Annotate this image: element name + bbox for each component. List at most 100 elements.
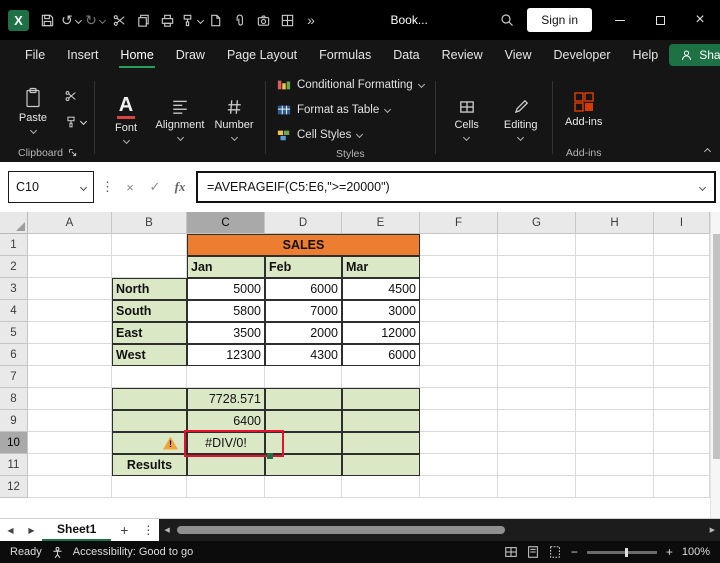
add-sheet-button[interactable]: + xyxy=(111,519,137,541)
menu-tab-developer[interactable]: Developer xyxy=(543,40,622,70)
search-button[interactable] xyxy=(495,5,519,35)
cell-D9[interactable] xyxy=(265,410,342,432)
column-header-F[interactable]: F xyxy=(420,212,498,234)
menu-tab-insert[interactable]: Insert xyxy=(56,40,109,70)
menu-tab-view[interactable]: View xyxy=(494,40,543,70)
select-all-corner[interactable] xyxy=(0,212,28,234)
cell-A3[interactable] xyxy=(28,278,112,300)
cell-E2[interactable]: Mar xyxy=(342,256,420,278)
cell-A6[interactable] xyxy=(28,344,112,366)
cell-G6[interactable] xyxy=(498,344,576,366)
cell-C12[interactable] xyxy=(187,476,265,498)
cell-F10[interactable] xyxy=(420,432,498,454)
row-header-12[interactable]: 12 xyxy=(0,476,28,498)
menu-tab-data[interactable]: Data xyxy=(382,40,430,70)
cell-A10[interactable] xyxy=(28,432,112,454)
addins-button[interactable]: Add-ins xyxy=(557,89,611,128)
cell-B7[interactable] xyxy=(112,366,187,388)
cell-A5[interactable] xyxy=(28,322,112,344)
cell-H7[interactable] xyxy=(576,366,654,388)
cell-H5[interactable] xyxy=(576,322,654,344)
cell-H9[interactable] xyxy=(576,410,654,432)
column-header-G[interactable]: G xyxy=(498,212,576,234)
next-sheet-button[interactable]: ▶ xyxy=(21,519,42,541)
cell-D4[interactable]: 7000 xyxy=(265,300,342,322)
cell-C3[interactable]: 5000 xyxy=(187,278,265,300)
cell-G12[interactable] xyxy=(498,476,576,498)
cell-D8[interactable] xyxy=(265,388,342,410)
menu-tab-draw[interactable]: Draw xyxy=(165,40,216,70)
redo-button[interactable]: ↻ xyxy=(83,5,107,35)
cell-G7[interactable] xyxy=(498,366,576,388)
cell-E9[interactable] xyxy=(342,410,420,432)
cell-A2[interactable] xyxy=(28,256,112,278)
cell-I7[interactable] xyxy=(654,366,710,388)
cell-C10[interactable]: #DIV/0! xyxy=(187,432,265,454)
horizontal-scrollbar[interactable]: ◀ ▶ xyxy=(159,519,720,541)
cell-D5[interactable]: 2000 xyxy=(265,322,342,344)
attach-button[interactable] xyxy=(227,5,251,35)
cell-E3[interactable]: 4500 xyxy=(342,278,420,300)
menu-tab-home[interactable]: Home xyxy=(109,40,164,70)
save-button[interactable] xyxy=(35,5,59,35)
close-button[interactable]: × xyxy=(680,0,720,40)
table-button[interactable] xyxy=(275,5,299,35)
row-header-6[interactable]: 6 xyxy=(0,344,28,366)
cell-B11[interactable]: Results xyxy=(112,454,187,476)
new-file-button[interactable] xyxy=(203,5,227,35)
paste-button-ribbon[interactable]: Paste xyxy=(6,85,60,134)
ribbon-cut-button[interactable] xyxy=(64,89,86,103)
expand-formula-bar-icon[interactable] xyxy=(698,183,707,191)
cell-B5[interactable]: East xyxy=(112,322,187,344)
cell-G2[interactable] xyxy=(498,256,576,278)
fill-handle[interactable] xyxy=(267,453,273,459)
name-box[interactable]: C10 xyxy=(8,171,94,203)
accessibility-status[interactable]: Accessibility: Good to go xyxy=(73,546,193,558)
conditional-formatting-button[interactable]: Conditional Formatting xyxy=(270,73,431,96)
cell-I12[interactable] xyxy=(654,476,710,498)
cell-C9[interactable]: 6400 xyxy=(187,410,265,432)
row-header-8[interactable]: 8 xyxy=(0,388,28,410)
undo-button[interactable]: ↺ xyxy=(59,5,83,35)
cell-F4[interactable] xyxy=(420,300,498,322)
cell-D11[interactable] xyxy=(265,454,342,476)
cell-F9[interactable] xyxy=(420,410,498,432)
cell-F6[interactable] xyxy=(420,344,498,366)
cell-H1[interactable] xyxy=(576,234,654,256)
cell-B3[interactable]: North xyxy=(112,278,187,300)
maximize-button[interactable] xyxy=(640,0,680,40)
row-header-10[interactable]: 10 xyxy=(0,432,28,454)
column-header-D[interactable]: D xyxy=(265,212,342,234)
cell-G5[interactable] xyxy=(498,322,576,344)
horizontal-scrollbar-thumb[interactable] xyxy=(176,526,506,534)
cell-I6[interactable] xyxy=(654,344,710,366)
cell-C4[interactable]: 5800 xyxy=(187,300,265,322)
cell-G11[interactable] xyxy=(498,454,576,476)
row-header-7[interactable]: 7 xyxy=(0,366,28,388)
toolbar-overflow-button[interactable]: » xyxy=(299,5,323,35)
cell-F2[interactable] xyxy=(420,256,498,278)
minimize-button[interactable] xyxy=(600,0,640,40)
cell-C8[interactable]: 7728.571 xyxy=(187,388,265,410)
row-header-1[interactable]: 1 xyxy=(0,234,28,256)
cell-D6[interactable]: 4300 xyxy=(265,344,342,366)
zoom-level[interactable]: 100% xyxy=(682,546,710,558)
cell-C1[interactable]: SALES xyxy=(187,234,420,256)
row-header-11[interactable]: 11 xyxy=(0,454,28,476)
cell-E6[interactable]: 6000 xyxy=(342,344,420,366)
cell-I5[interactable] xyxy=(654,322,710,344)
cell-H3[interactable] xyxy=(576,278,654,300)
enter-formula-button[interactable]: ✓ xyxy=(146,179,164,195)
row-header-2[interactable]: 2 xyxy=(0,256,28,278)
page-break-view-icon[interactable] xyxy=(548,545,562,559)
zoom-slider[interactable] xyxy=(586,547,657,557)
cell-G8[interactable] xyxy=(498,388,576,410)
cell-F12[interactable] xyxy=(420,476,498,498)
cell-H6[interactable] xyxy=(576,344,654,366)
cell-C5[interactable]: 3500 xyxy=(187,322,265,344)
cell-G3[interactable] xyxy=(498,278,576,300)
cell-F11[interactable] xyxy=(420,454,498,476)
normal-view-icon[interactable] xyxy=(504,545,518,559)
column-header-A[interactable]: A xyxy=(28,212,112,234)
cell-styles-button[interactable]: Cell Styles xyxy=(270,123,431,146)
